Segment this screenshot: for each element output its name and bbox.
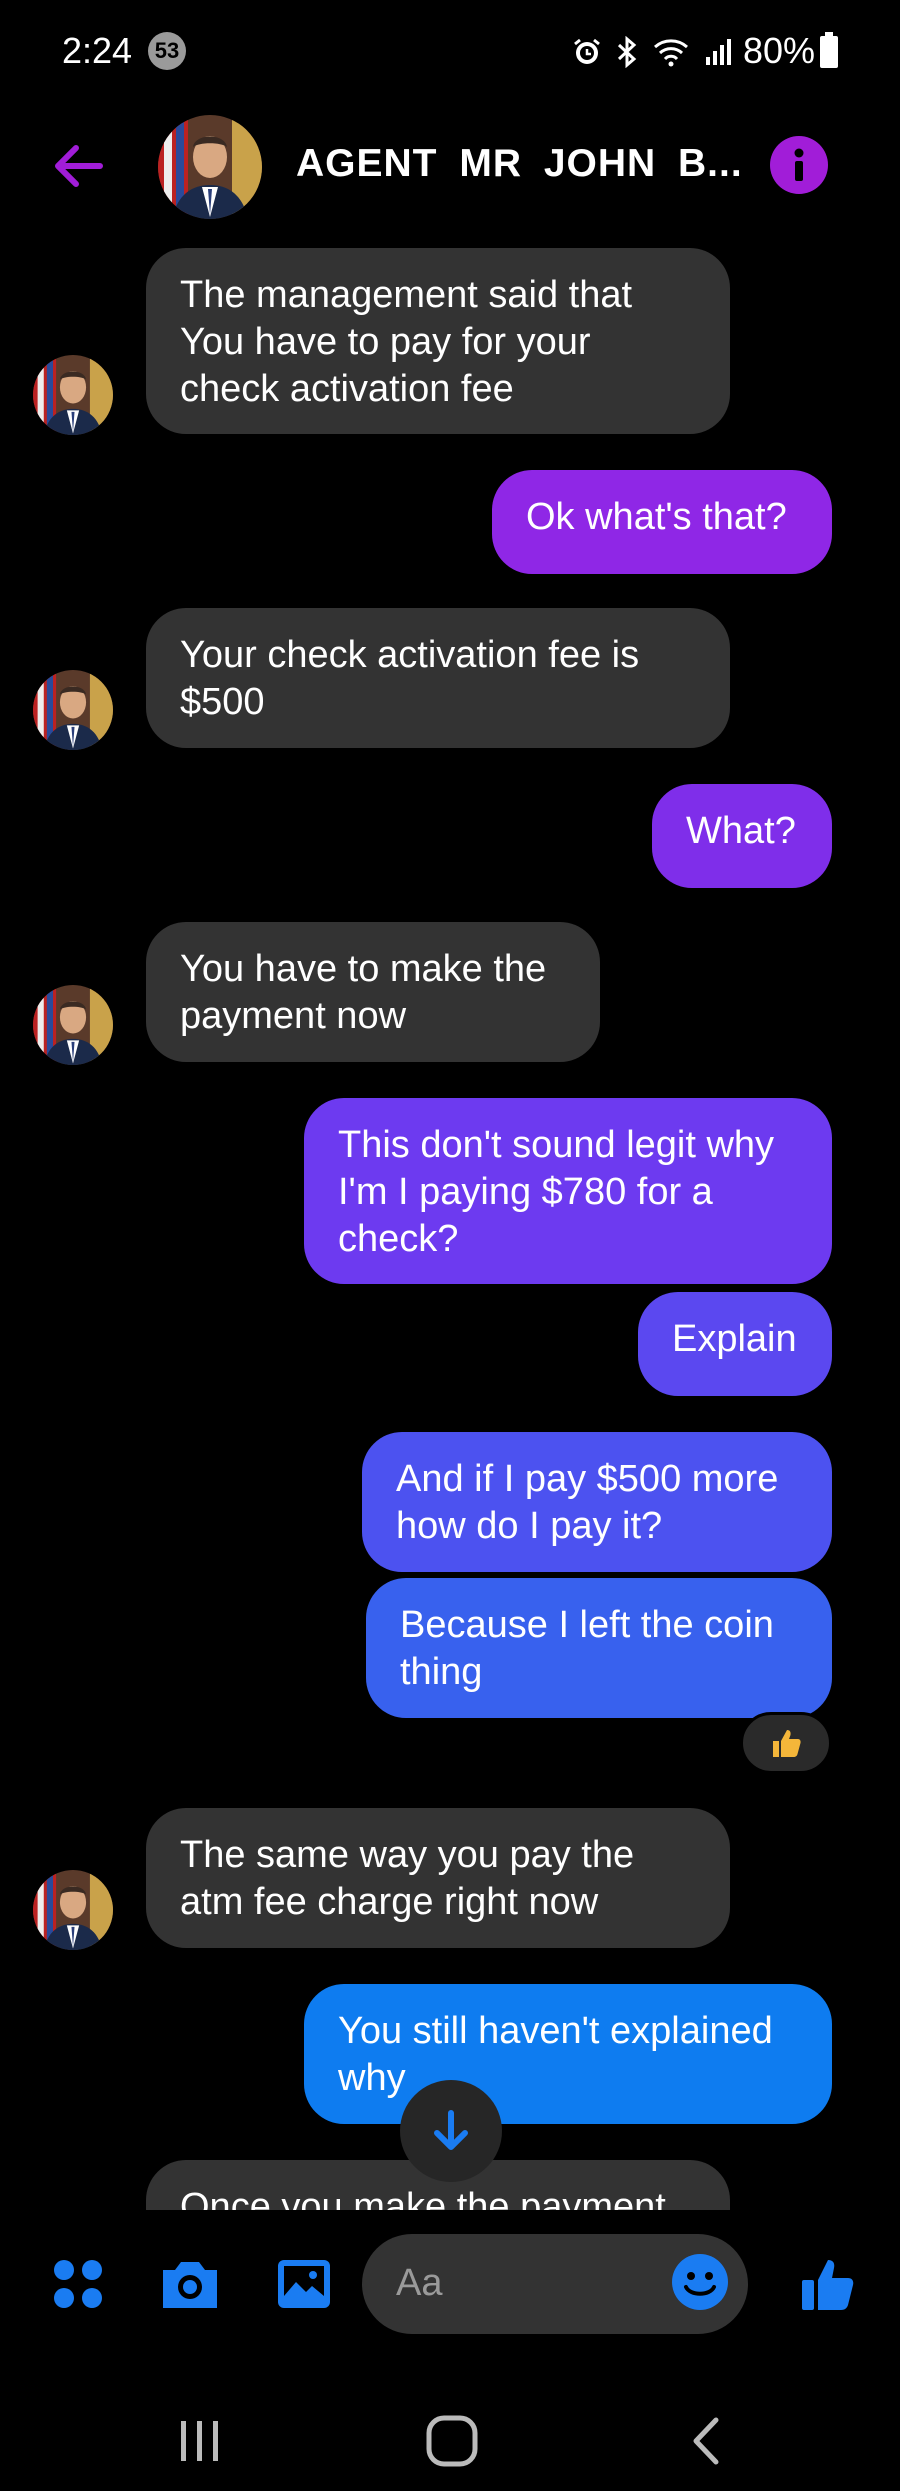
- contact-avatar[interactable]: [158, 115, 262, 219]
- battery-level: 80%: [743, 30, 816, 71]
- status-time: 2:24: [62, 30, 133, 71]
- sender-avatar[interactable]: [33, 670, 113, 750]
- sender-avatar[interactable]: [33, 355, 113, 435]
- back-icon: [693, 2417, 719, 2465]
- message-bubble-outgoing[interactable]: Explain: [638, 1292, 832, 1396]
- system-nav-bar: [0, 2380, 900, 2491]
- nav-back-button[interactable]: [666, 2406, 746, 2476]
- chat-header: AGENT MR JOHN B...: [0, 100, 900, 235]
- menu-button[interactable]: [46, 2252, 110, 2316]
- gallery-button[interactable]: [272, 2252, 336, 2316]
- reaction-badge[interactable]: [740, 1712, 832, 1774]
- message-bubble-outgoing[interactable]: Ok what's that?: [492, 470, 832, 574]
- recent-apps-icon: [181, 2421, 218, 2461]
- battery-icon: [820, 32, 838, 68]
- back-button[interactable]: [48, 136, 108, 196]
- emoji-button[interactable]: [668, 2250, 732, 2314]
- scroll-to-bottom-button[interactable]: [400, 2080, 502, 2182]
- menu-dots-icon: [54, 2260, 102, 2308]
- message-bubble-outgoing[interactable]: This don't sound legit why I'm I paying …: [304, 1098, 832, 1284]
- message-bubble-outgoing[interactable]: Because I left the coin thing: [366, 1578, 832, 1718]
- info-icon: [794, 148, 804, 181]
- message-bubble-outgoing[interactable]: And if I pay $500 more how do I pay it?: [362, 1432, 832, 1572]
- back-arrow-icon: [55, 145, 103, 187]
- message-bubble-incoming[interactable]: Your check activation fee is $500: [146, 608, 730, 748]
- like-button[interactable]: [796, 2252, 860, 2316]
- camera-button[interactable]: [158, 2252, 222, 2316]
- sender-avatar[interactable]: [33, 985, 113, 1065]
- home-icon: [426, 2415, 478, 2467]
- thumbs-up-icon: [773, 1730, 801, 1757]
- contact-name[interactable]: AGENT MR JOHN B...: [296, 142, 743, 186]
- signal-icon: [706, 39, 731, 65]
- notification-count-badge: 53: [148, 32, 186, 70]
- like-thumb-icon: [802, 2260, 854, 2310]
- recent-apps-button[interactable]: [160, 2406, 240, 2476]
- message-bubble-incoming[interactable]: The same way you pay the atm fee charge …: [146, 1808, 730, 1948]
- message-bubble-incoming[interactable]: The management said that You have to pay…: [146, 248, 730, 434]
- info-button[interactable]: [770, 136, 828, 194]
- gallery-icon: [278, 2260, 330, 2308]
- camera-icon: [163, 2262, 217, 2308]
- message-bubble-outgoing[interactable]: You still haven't explained why: [304, 1984, 832, 2124]
- bluetooth-icon: [617, 36, 637, 68]
- status-bar: 2:24 53 80%: [0, 0, 900, 100]
- message-composer: Aa: [0, 2230, 900, 2340]
- message-bubble-outgoing[interactable]: What?: [652, 784, 832, 888]
- home-button[interactable]: [412, 2406, 492, 2476]
- status-icons: [572, 32, 734, 72]
- emoji-icon: [672, 2254, 728, 2310]
- wifi-icon: [654, 39, 688, 67]
- message-input-placeholder: Aa: [396, 2262, 443, 2304]
- arrow-down-icon: [434, 2110, 468, 2150]
- alarm-icon: [574, 38, 600, 64]
- sender-avatar[interactable]: [33, 1870, 113, 1950]
- message-bubble-incoming[interactable]: You have to make the payment now: [146, 922, 600, 1062]
- message-input[interactable]: Aa: [362, 2234, 748, 2334]
